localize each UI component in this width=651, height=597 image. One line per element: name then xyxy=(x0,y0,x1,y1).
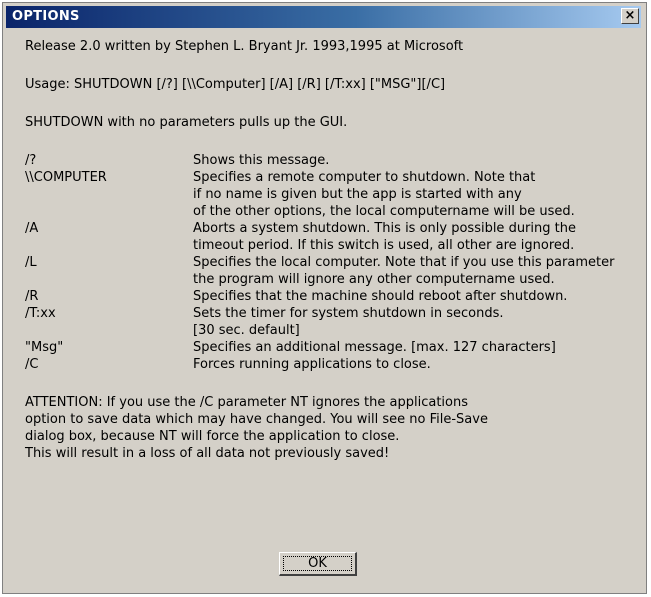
window-title: OPTIONS xyxy=(12,9,80,24)
option-desc: of the other options, the local computer… xyxy=(193,204,575,219)
option-desc: Specifies the local computer. Note that … xyxy=(193,255,615,270)
option-flag: "Msg" xyxy=(25,340,64,355)
option-flag: /A xyxy=(25,221,39,236)
option-desc: Specifies an additional message. [max. 1… xyxy=(193,340,556,355)
close-icon[interactable]: × xyxy=(621,8,639,24)
option-flag: /L xyxy=(25,255,37,270)
option-flag: /? xyxy=(25,153,37,168)
option-desc: Forces running applications to close. xyxy=(193,357,431,372)
option-desc: Shows this message. xyxy=(193,153,330,168)
option-desc: timeout period. If this switch is used, … xyxy=(193,238,575,253)
option-desc: Sets the timer for system shutdown in se… xyxy=(193,306,504,321)
option-desc: Aborts a system shutdown. This is only p… xyxy=(193,221,576,236)
gui-text: SHUTDOWN with no parameters pulls up the… xyxy=(25,115,348,130)
option-flag: /C xyxy=(25,357,39,372)
option-flag: \\COMPUTER xyxy=(25,170,107,185)
ok-button-label: OK xyxy=(283,556,352,571)
attention-line: This will result in a loss of all data n… xyxy=(25,446,390,461)
attention-line: ATTENTION: If you use the /C parameter N… xyxy=(25,395,469,410)
option-desc: [30 sec. default] xyxy=(193,323,300,338)
title-bar[interactable]: OPTIONS × xyxy=(6,6,641,28)
option-desc: the program will ignore any other comput… xyxy=(193,272,555,287)
option-desc: if no name is given but the app is start… xyxy=(193,187,522,202)
attention-line: option to save data which may have chang… xyxy=(25,412,488,427)
option-flag: /T:xx xyxy=(25,306,56,321)
ok-button[interactable]: OK xyxy=(279,552,357,576)
option-flag: /R xyxy=(25,289,39,304)
usage-text: Usage: SHUTDOWN [/?] [\\Computer] [/A] [… xyxy=(25,77,446,92)
options-dialog: OPTIONS × Release 2.0 written by Stephen… xyxy=(2,2,647,594)
release-text: Release 2.0 written by Stephen L. Bryant… xyxy=(25,39,464,54)
option-desc: Specifies a remote computer to shutdown.… xyxy=(193,170,536,185)
option-desc: Specifies that the machine should reboot… xyxy=(193,289,568,304)
attention-line: dialog box, because NT will force the ap… xyxy=(25,429,400,444)
